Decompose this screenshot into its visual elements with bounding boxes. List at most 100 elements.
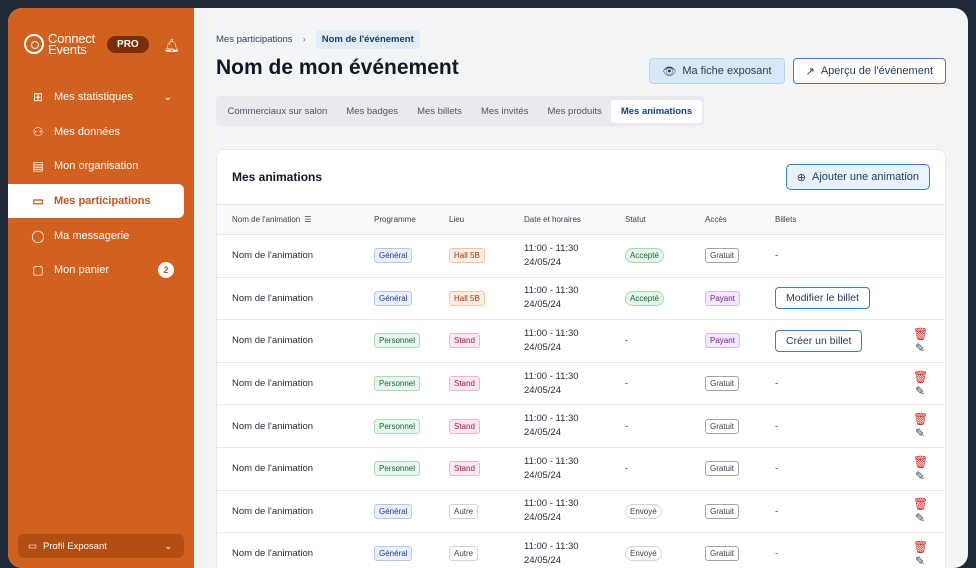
sidebar-item-mes-participations[interactable]: ▭Mes participations [8, 184, 184, 219]
sidebar-item-mes-donnees[interactable]: ⚇ Mes données [8, 115, 194, 150]
table-row[interactable]: Nom de l'animationPersonnelStand11:00 - … [217, 405, 945, 448]
column-header: Billets [775, 205, 875, 235]
programme-cell: Personnel [374, 362, 449, 405]
sidebar-item-mon-panier[interactable]: ▢Mon panier2 [8, 253, 194, 288]
sidebar-nav: ⊞Mes statistiques⌄⚇Mes données▤Mon organ… [8, 80, 194, 288]
table-row[interactable]: Nom de l'animationPersonnelStand11:00 - … [217, 447, 945, 490]
trash-icon[interactable]: 🗑︎ [913, 412, 927, 426]
trash-icon[interactable]: 🗑︎ [913, 455, 927, 469]
sort-icon[interactable]: ☰ [304, 215, 311, 224]
pencil-icon[interactable]: ✎ [913, 341, 927, 355]
sidebar-item-label: Mes données [54, 126, 120, 138]
date-value: 24/05/24 [524, 341, 625, 355]
add-animation-button[interactable]: ⊕ Ajouter une animation [786, 164, 930, 190]
acces-cell: Gratuit [705, 235, 775, 278]
date-value: 24/05/24 [524, 469, 625, 483]
statut-cell: - [625, 362, 705, 405]
profile-switcher[interactable]: ▭ Profil Exposant ⌄ [18, 534, 184, 558]
time-range: 11:00 - 11:30 [524, 497, 625, 511]
sidebar-item-ma-messagerie[interactable]: ◯Ma messagerie [8, 218, 194, 253]
table-row[interactable]: Nom de l'animationGénéralHall 5B11:00 - … [217, 235, 945, 278]
programme-cell: Personnel [374, 405, 449, 448]
pencil-icon[interactable]: ✎ [913, 469, 927, 483]
lieu-badge: Hall 5B [449, 248, 485, 263]
programme-badge: Général [374, 291, 412, 306]
trash-icon[interactable]: 🗑︎ [913, 497, 927, 511]
sidebar-item-mes-statistiques[interactable]: ⊞Mes statistiques⌄ [8, 80, 194, 115]
billets-cell: - [775, 362, 875, 405]
pencil-icon[interactable]: ✎ [913, 511, 927, 525]
column-header: Lieu [449, 205, 524, 235]
acces-cell: Gratuit [705, 533, 775, 568]
users-icon: ⚇ [30, 125, 46, 139]
row-actions: 🗑︎✎ [875, 533, 945, 568]
trash-icon[interactable]: 🗑︎ [913, 540, 927, 554]
sidebar-item-mon-organisation[interactable]: ▤Mon organisation [8, 149, 194, 184]
event-preview-button[interactable]: ↗ Aperçu de l'événement [793, 58, 946, 84]
tab-mes-produits[interactable]: Mes produits [538, 100, 611, 123]
pencil-icon[interactable]: ✎ [913, 426, 927, 440]
programme-badge: Personnel [374, 461, 420, 476]
tab-mes-animations[interactable]: Mes animations [611, 100, 701, 123]
lieu-cell: Autre [449, 490, 524, 533]
access-badge: Gratuit [705, 546, 739, 561]
time-range: 11:00 - 11:30 [524, 327, 625, 341]
column-header: Programme [374, 205, 449, 235]
column-header-actions [875, 205, 945, 235]
table-row[interactable]: Nom de l'animationGénéralAutre11:00 - 11… [217, 533, 945, 568]
programme-cell: Personnel [374, 447, 449, 490]
lieu-badge: Stand [449, 419, 480, 434]
tab-mes-billets[interactable]: Mes billets [408, 100, 472, 123]
tab-mes-badges[interactable]: Mes badges [337, 100, 408, 123]
programme-badge: Personnel [374, 419, 420, 434]
animation-name: Nom de l'animation [217, 320, 374, 363]
access-badge: Gratuit [705, 504, 739, 519]
programme-badge: Général [374, 504, 412, 519]
access-badge: Gratuit [705, 376, 739, 391]
table-row[interactable]: Nom de l'animationPersonnelStand11:00 - … [217, 320, 945, 363]
table-row[interactable]: Nom de l'animationGénéralHall 5B11:00 - … [217, 277, 945, 320]
pencil-icon[interactable]: ✎ [913, 554, 927, 568]
plus-circle-icon: ⊕ [797, 171, 806, 184]
column-header: Statut [625, 205, 705, 235]
breadcrumb-parent[interactable]: Mes participations [216, 34, 293, 45]
lieu-badge: Autre [449, 546, 478, 561]
acces-cell: Gratuit [705, 447, 775, 490]
presentation-icon: ▭ [28, 541, 37, 552]
pencil-icon[interactable]: ✎ [913, 384, 927, 398]
logo[interactable]: Connect Events [24, 33, 95, 55]
chevron-down-icon: ⌄ [164, 92, 172, 103]
sidebar-item-label: Mes statistiques [54, 91, 133, 103]
billets-cell: - [775, 447, 875, 490]
table-row[interactable]: Nom de l'animationPersonnelStand11:00 - … [217, 362, 945, 405]
date-value: 24/05/24 [524, 511, 625, 525]
row-actions [875, 277, 945, 320]
sidebar-item-label: Ma messagerie [54, 230, 129, 242]
create-ticket-button[interactable]: Créer un billet [775, 330, 862, 352]
bell-icon[interactable]: 🔔︎ [163, 38, 180, 54]
date-cell: 11:00 - 11:3024/05/24 [524, 405, 625, 448]
date-value: 24/05/24 [524, 384, 625, 398]
time-range: 11:00 - 11:30 [524, 412, 625, 426]
access-badge: Payant [705, 291, 740, 306]
time-range: 11:00 - 11:30 [524, 370, 625, 384]
column-header[interactable]: Nom de l'animation☰ [217, 205, 374, 235]
lieu-cell: Stand [449, 362, 524, 405]
table-row[interactable]: Nom de l'animationGénéralAutre11:00 - 11… [217, 490, 945, 533]
date-value: 24/05/24 [524, 298, 625, 312]
time-range: 11:00 - 11:30 [524, 242, 625, 256]
table-body: Nom de l'animationGénéralHall 5B11:00 - … [217, 235, 945, 568]
tab-mes-invites[interactable]: Mes invités [471, 100, 538, 123]
acces-cell: Payant [705, 277, 775, 320]
tab-commerciaux-sur-salon[interactable]: Commerciaux sur salon [218, 100, 337, 123]
exhibitor-sheet-button[interactable]: 👁︎ Ma fiche exposant [649, 58, 784, 84]
date-cell: 11:00 - 11:3024/05/24 [524, 490, 625, 533]
edit-ticket-button[interactable]: Modifier le billet [775, 287, 870, 309]
animation-name: Nom de l'animation [217, 447, 374, 490]
trash-icon[interactable]: 🗑︎ [913, 370, 927, 384]
row-actions: 🗑︎✎ [875, 490, 945, 533]
trash-icon[interactable]: 🗑︎ [913, 327, 927, 341]
status-badge: Envoyé [625, 504, 662, 519]
lieu-cell: Stand [449, 405, 524, 448]
header-actions: 👁︎ Ma fiche exposant ↗ Aperçu de l'événe… [649, 58, 946, 84]
